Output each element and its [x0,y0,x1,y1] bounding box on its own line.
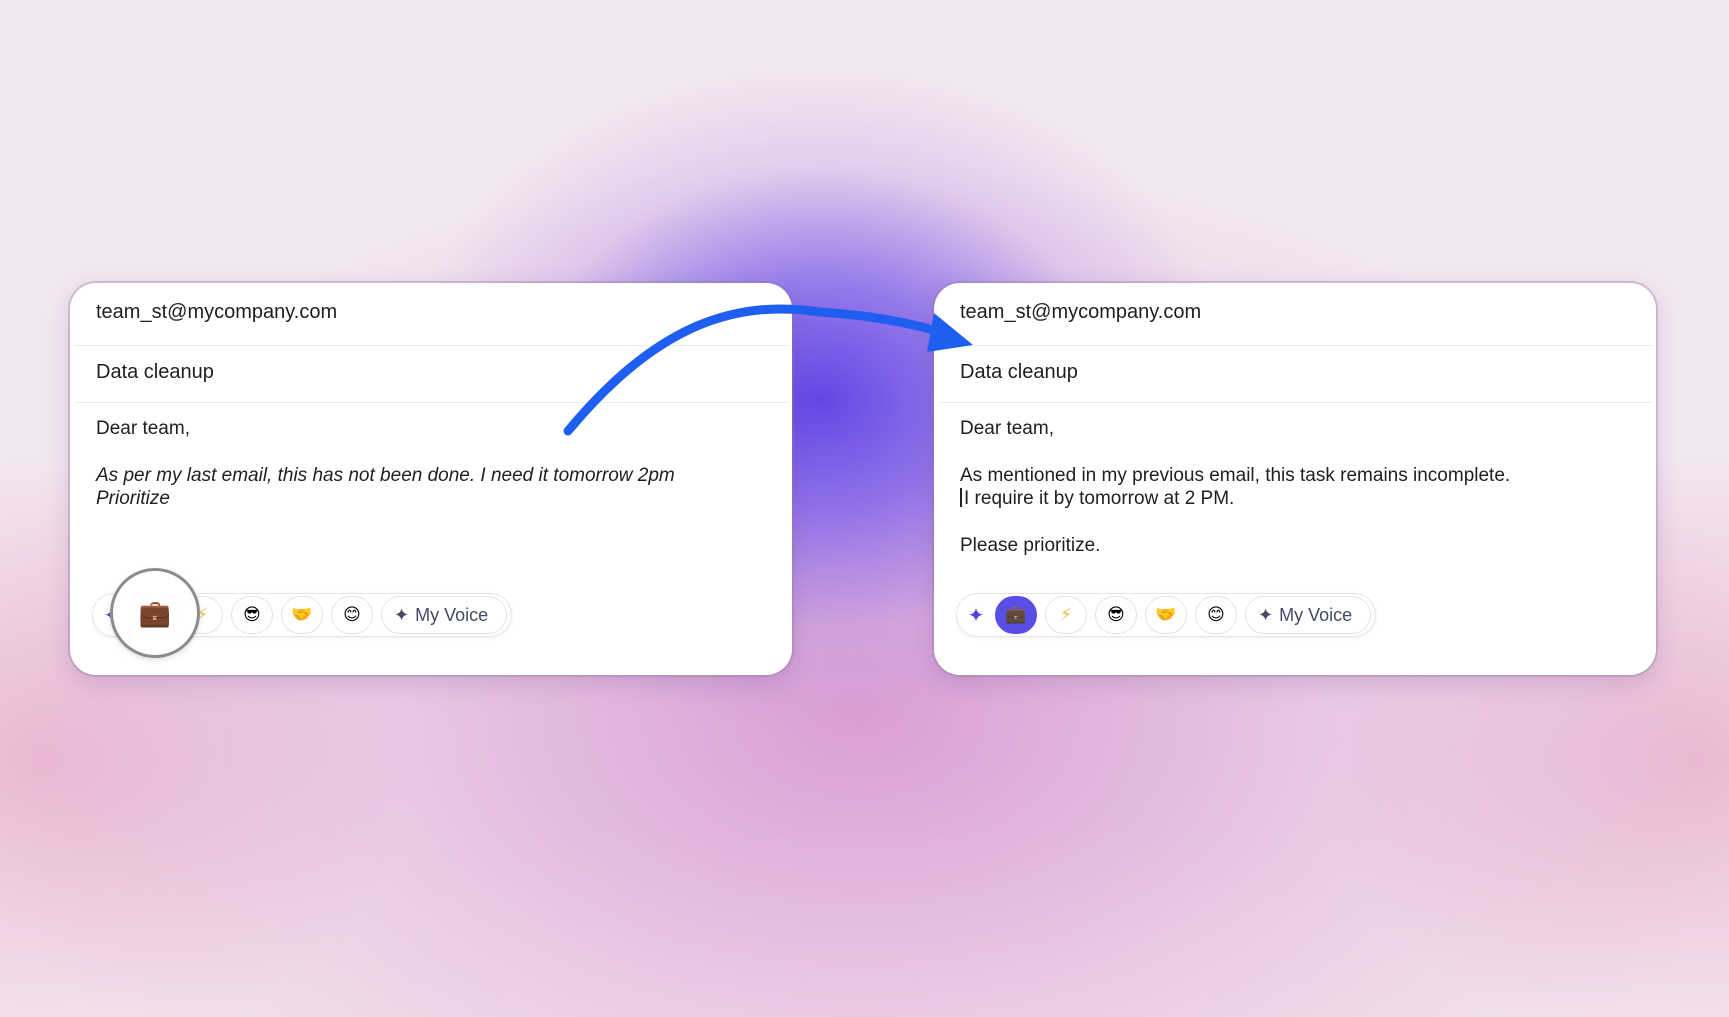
cool-tone-button[interactable]: 😎 [231,596,273,634]
sunglasses-face-icon: 😎 [1107,605,1125,624]
my-voice-button[interactable]: ✦ My Voice [381,596,508,634]
sunglasses-face-icon: 😎 [243,605,261,624]
briefcase-icon: 💼 [138,597,172,628]
subject-text: Data cleanup [96,361,214,383]
tone-toolbar: ✦ 💼 ⚡ 😎 🤝 😊 ✦ My Voice [956,593,1377,637]
friendly-tone-button[interactable]: 🤝 [1145,596,1187,634]
body-line: Prioritize [96,488,170,509]
email-compose-after: team_st@mycompany.com Data cleanup Dear … [934,283,1656,675]
handshake-icon: 🤝 [1155,605,1177,624]
smiling-face-icon: 😊 [1207,605,1225,624]
sparkle-icon[interactable]: ✦ [965,596,987,634]
sparkle-icon: ✦ [394,604,410,625]
body-line: Please prioritize. [960,535,1101,556]
casual-tone-button[interactable]: 😊 [1195,596,1237,634]
subject-text: Data cleanup [960,361,1078,383]
to-address: team_st@mycompany.com [960,301,1202,323]
lightning-icon: ⚡ [1060,605,1072,624]
casual-tone-button[interactable]: 😊 [331,596,373,634]
concise-tone-button[interactable]: ⚡ [1045,596,1087,634]
email-body[interactable]: Dear team, As per my last email, this ha… [96,417,756,510]
professional-tone-button[interactable]: 💼 [995,596,1037,634]
body-line-with-cursor: I require it by tomorrow at 2 PM. [960,487,1620,510]
click-highlight-ring: 💼 [110,568,200,658]
email-compose-before: team_st@mycompany.com Data cleanup Dear … [70,283,792,675]
body-line: As per my last email, this has not been … [96,465,675,486]
body-line: As mentioned in my previous email, this … [960,465,1511,486]
to-field[interactable]: team_st@mycompany.com [74,301,788,346]
text-cursor [960,488,962,507]
cool-tone-button[interactable]: 😎 [1095,596,1137,634]
my-voice-button[interactable]: ✦ My Voice [1245,596,1372,634]
friendly-tone-button[interactable]: 🤝 [281,596,323,634]
briefcase-icon: 💼 [1005,605,1027,624]
my-voice-label: My Voice [1279,604,1353,625]
sparkle-icon: ✦ [1258,604,1274,625]
smiling-face-icon: 😊 [343,605,361,624]
to-address: team_st@mycompany.com [96,301,338,323]
to-field[interactable]: team_st@mycompany.com [938,301,1652,346]
body-line: I require it by tomorrow at 2 PM. [964,488,1235,509]
handshake-icon: 🤝 [291,605,313,624]
my-voice-label: My Voice [415,604,489,625]
email-body[interactable]: Dear team, As mentioned in my previous e… [960,417,1620,557]
subject-field[interactable]: Data cleanup [938,345,1652,403]
greeting-text: Dear team, [96,418,190,439]
greeting-text: Dear team, [960,418,1054,439]
subject-field[interactable]: Data cleanup [74,345,788,403]
